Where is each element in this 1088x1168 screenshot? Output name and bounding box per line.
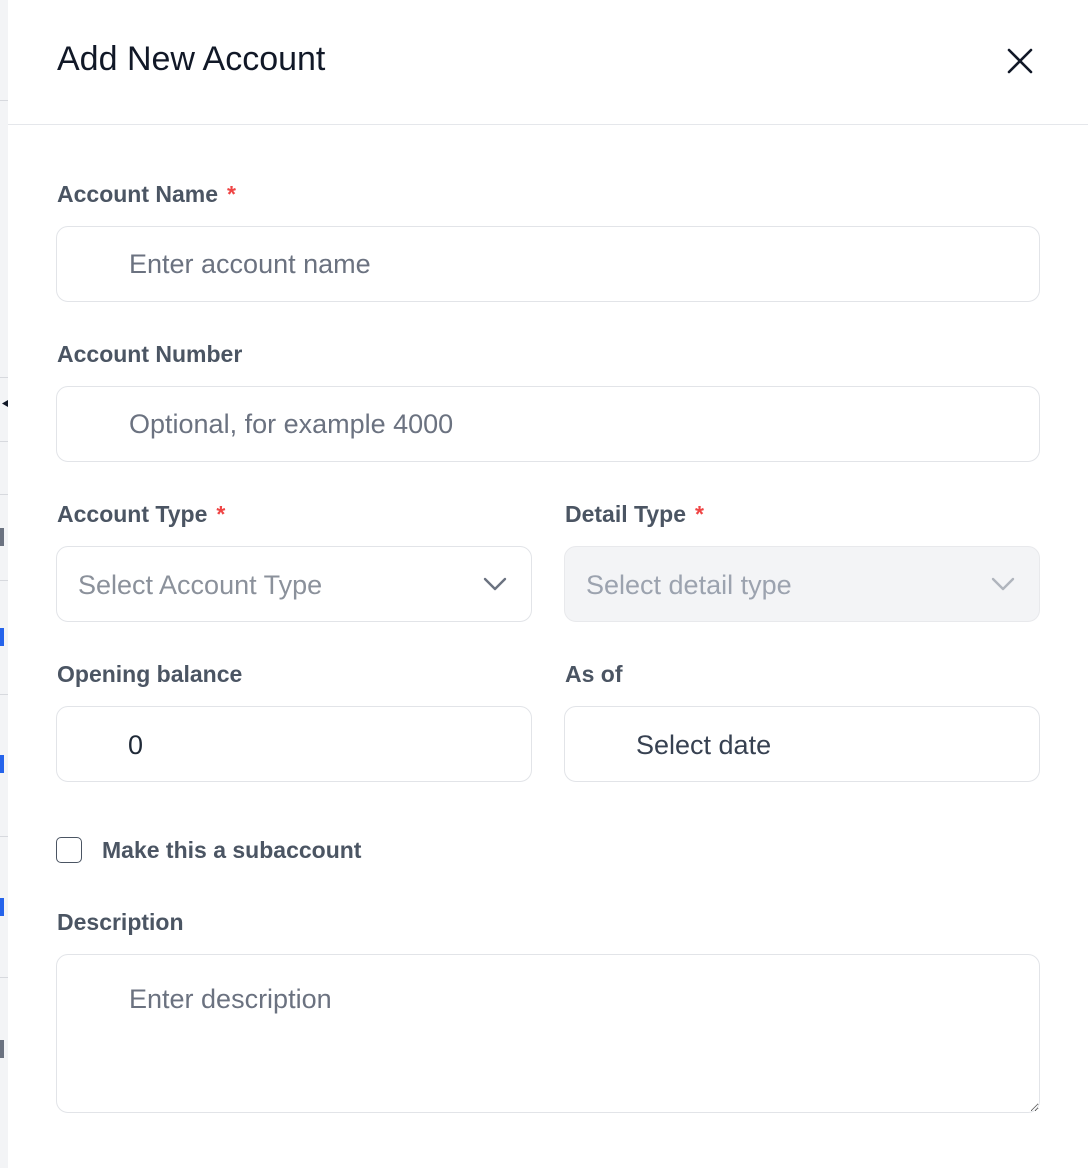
detail-type-label-text: Detail Type: [565, 501, 686, 527]
as-of-date-picker[interactable]: Select date: [564, 706, 1040, 782]
detail-type-label: Detail Type *: [565, 500, 704, 528]
background-divider: [0, 694, 8, 695]
opening-balance-label-text: Opening balance: [57, 661, 243, 687]
account-type-label-text: Account Type: [57, 501, 208, 527]
as-of-label-text: As of: [565, 661, 623, 687]
as-of-date-placeholder: Select date: [636, 730, 772, 760]
account-name-label: Account Name *: [57, 180, 236, 208]
as-of-label: As of: [565, 660, 623, 688]
background-link-fragment: [0, 628, 4, 646]
account-name-label-text: Account Name: [57, 181, 219, 207]
close-button[interactable]: [1000, 44, 1040, 80]
account-type-select[interactable]: Select Account Type: [56, 546, 532, 622]
close-icon: [1007, 48, 1033, 74]
background-divider: [0, 836, 8, 837]
subaccount-label[interactable]: Make this a subaccount: [102, 836, 361, 864]
description-label-text: Description: [57, 909, 184, 935]
background-link-fragment: [0, 898, 4, 916]
drawer-title: Add New Account: [57, 40, 326, 78]
detail-type-select[interactable]: Select detail type: [564, 546, 1040, 622]
required-asterisk: *: [695, 501, 704, 527]
required-asterisk: *: [227, 181, 236, 207]
background-divider: [0, 494, 8, 495]
background-divider: [0, 977, 8, 978]
drawer-header: Add New Account: [8, 0, 1088, 125]
background-divider: [0, 580, 8, 581]
chevron-down-icon: [991, 577, 1015, 591]
background-divider: [0, 441, 8, 442]
description-textarea[interactable]: [56, 954, 1040, 1113]
add-account-drawer: Add New Account Account Name * Account Nu…: [8, 0, 1088, 1168]
opening-balance-input[interactable]: 0: [56, 706, 532, 782]
chevron-down-icon: [483, 577, 507, 591]
account-type-select-placeholder: Select Account Type: [78, 570, 323, 600]
background-page-edge: [0, 0, 8, 1168]
background-divider: [0, 377, 8, 378]
account-number-label-text: Account Number: [57, 341, 243, 367]
account-type-label: Account Type *: [57, 500, 225, 528]
background-divider: [0, 100, 8, 101]
subaccount-checkbox[interactable]: [56, 837, 82, 863]
detail-type-select-placeholder: Select detail type: [586, 570, 792, 600]
account-number-input[interactable]: [56, 386, 1040, 462]
background-text-fragment: [0, 1040, 4, 1058]
opening-balance-value: 0: [128, 730, 144, 760]
account-name-input[interactable]: [56, 226, 1040, 302]
background-link-fragment: [0, 755, 4, 773]
background-text-fragment: [0, 528, 4, 546]
subaccount-label-text: Make this a subaccount: [102, 837, 362, 863]
required-asterisk: *: [216, 501, 226, 527]
account-number-label: Account Number: [57, 340, 242, 368]
description-label: Description: [57, 908, 184, 936]
opening-balance-label: Opening balance: [57, 660, 242, 688]
